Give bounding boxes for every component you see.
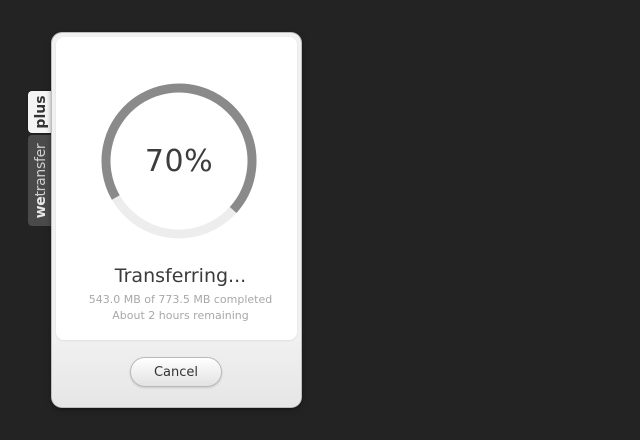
transfer-size-detail: 543.0 MB of 773.5 MB completed (88, 293, 273, 306)
transfer-panel: 70% Transferring... 543.0 MB of 773.5 MB… (56, 37, 297, 340)
cancel-button[interactable]: Cancel (130, 357, 222, 387)
wetransfer-page: plus wetransfer 70% Transferring... 543.… (0, 0, 640, 440)
logo-prefix: we (32, 196, 49, 218)
wetransfer-logo: wetransfer (33, 143, 49, 218)
time-remaining: About 2 hours remaining (112, 309, 249, 322)
plus-tab[interactable]: plus (28, 91, 53, 133)
progress-ring: 70% (97, 79, 261, 243)
plus-tab-label: plus (32, 95, 49, 129)
status-title: Transferring... (114, 265, 247, 287)
logo-suffix: transfer (32, 143, 49, 197)
transfer-dialog: 70% Transferring... 543.0 MB of 773.5 MB… (52, 33, 301, 407)
progress-percent: 70% (144, 143, 214, 179)
wetransfer-tab[interactable]: wetransfer (28, 135, 53, 226)
